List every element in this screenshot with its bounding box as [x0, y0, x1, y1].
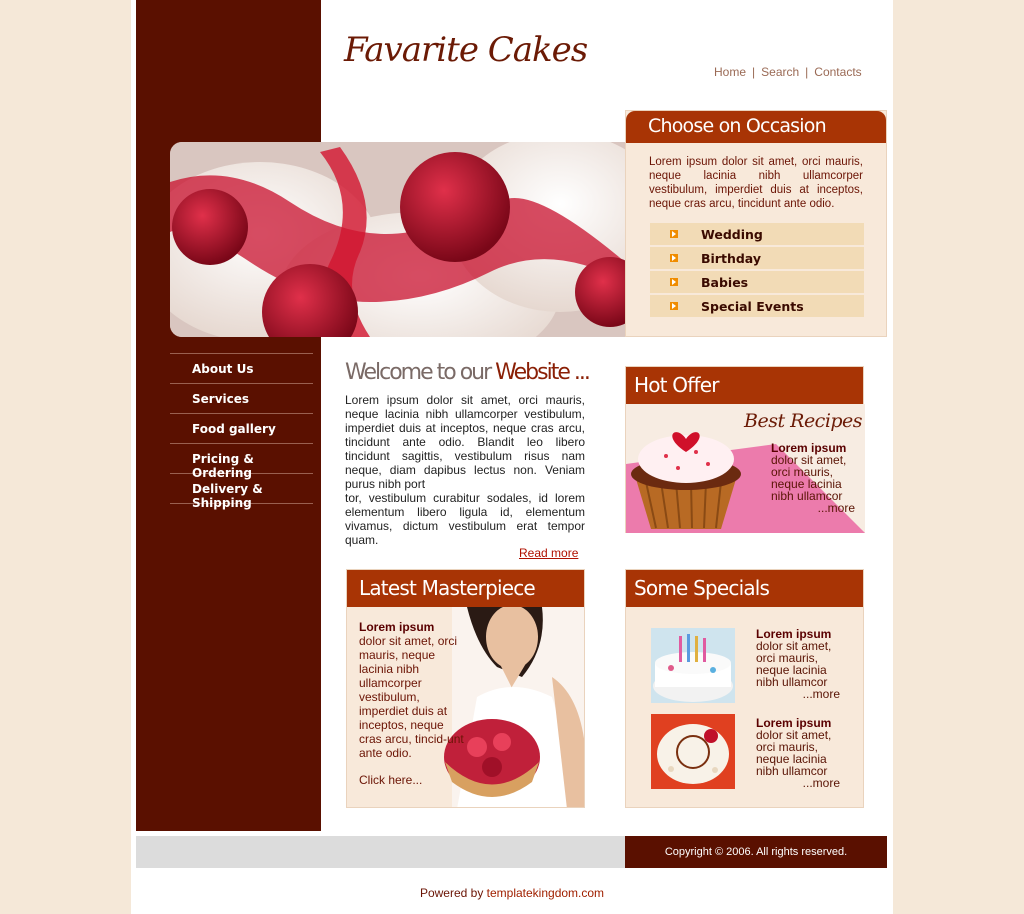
- hot-offer-description: dolor sit amet, orci mauris, neque lacin…: [771, 453, 847, 503]
- occasion-item-birthday[interactable]: Birthday: [650, 247, 864, 269]
- welcome-heading-plain: Welcome to our: [345, 360, 496, 385]
- occasion-item-label: Babies: [701, 274, 749, 290]
- latest-masterpiece-title: Latest Masterpiece: [347, 570, 584, 607]
- nav-separator: |: [752, 65, 756, 79]
- nav-search-link[interactable]: Search: [761, 65, 799, 79]
- latest-description: dolor sit amet, orci mauris, neque lacin…: [359, 634, 464, 760]
- arrow-right-icon: [670, 278, 678, 286]
- hot-offer-title: Hot Offer: [626, 367, 863, 404]
- site-logo[interactable]: Favarite Cakes: [344, 30, 588, 70]
- copyright-text: Copyright © 2006. All rights reserved.: [625, 836, 887, 868]
- click-here-link[interactable]: Click here...: [359, 773, 422, 787]
- occasion-item-babies[interactable]: Babies: [650, 271, 864, 293]
- occasion-title: Choose on Occasion: [626, 111, 886, 143]
- arrow-right-icon: [670, 230, 678, 238]
- latest-text: Lorem ipsum dolor sit amet, orci mauris,…: [359, 620, 469, 760]
- side-navigation: About Us Services Food gallery Pricing &…: [170, 353, 313, 510]
- nav-contacts-link[interactable]: Contacts: [814, 65, 861, 79]
- best-recipes-script: Best Recipes: [744, 410, 863, 432]
- sidebar-item-about-us[interactable]: About Us: [170, 354, 313, 384]
- hot-offer-text: Lorem ipsum dolor sit amet, orci mauris,…: [771, 442, 855, 514]
- occasion-item-label: Wedding: [701, 226, 763, 242]
- cream-cake-image: [651, 714, 735, 789]
- latest-lorem-title: Lorem ipsum: [359, 620, 435, 634]
- special-more-link[interactable]: ...more: [756, 688, 840, 700]
- hero-image: [170, 142, 625, 337]
- powered-by: Powered by templatekingdom.com: [0, 886, 1024, 900]
- birthday-cake-image: [651, 628, 735, 703]
- latest-masterpiece-panel: Latest Masterpiece Lorem ipsum dolor sit…: [346, 569, 585, 808]
- occasion-item-special-events[interactable]: Special Events: [650, 295, 864, 317]
- welcome-heading: Welcome to our Website ...: [345, 360, 591, 385]
- occasion-panel: Choose on Occasion Lorem ipsum dolor sit…: [625, 110, 887, 337]
- special-description: dolor sit amet, orci mauris, neque lacin…: [756, 639, 832, 689]
- sidebar-item-pricing-ordering[interactable]: Pricing & Ordering: [170, 444, 313, 480]
- powered-by-link[interactable]: templatekingdom.com: [487, 886, 604, 900]
- top-navigation: Home | Search | Contacts: [714, 65, 862, 79]
- occasion-description: Lorem ipsum dolor sit amet, orci mauris,…: [649, 156, 863, 210]
- powered-by-prefix: Powered by: [419, 886, 487, 900]
- nav-home-link[interactable]: Home: [714, 65, 746, 79]
- birthday-cake-illustration: [651, 628, 735, 703]
- occasion-item-wedding[interactable]: Wedding: [650, 223, 864, 245]
- special-item-text: Lorem ipsum dolor sit amet, orci mauris,…: [756, 717, 840, 789]
- special-more-link[interactable]: ...more: [756, 777, 840, 789]
- special-item-text: Lorem ipsum dolor sit amet, orci mauris,…: [756, 628, 840, 700]
- read-more-link[interactable]: Read more: [519, 546, 578, 560]
- cream-cake-illustration: [651, 714, 735, 789]
- sidebar-item-food-gallery[interactable]: Food gallery: [170, 414, 313, 444]
- raspberry-dessert-illustration: [170, 142, 625, 337]
- welcome-paragraph: Lorem ipsum dolor sit amet, orci mauris,…: [345, 393, 585, 491]
- welcome-paragraph: tor, vestibulum curabitur sodales, id lo…: [345, 491, 585, 547]
- welcome-body: Lorem ipsum dolor sit amet, orci mauris,…: [345, 393, 585, 547]
- occasion-list: Wedding Birthday Babies Special Events: [650, 223, 864, 319]
- welcome-heading-accent: Website ...: [495, 360, 591, 385]
- arrow-right-icon: [670, 254, 678, 262]
- footer-bar: [136, 836, 625, 868]
- nav-separator: |: [805, 65, 809, 79]
- occasion-item-label: Birthday: [701, 250, 761, 266]
- specials-panel: Some Specials Lorem ipsum dolor sit amet…: [625, 569, 864, 808]
- specials-title: Some Specials: [626, 570, 863, 607]
- occasion-item-label: Special Events: [701, 298, 804, 314]
- arrow-right-icon: [670, 302, 678, 310]
- special-description: dolor sit amet, orci mauris, neque lacin…: [756, 728, 832, 778]
- hot-offer-more-link[interactable]: ...more: [771, 502, 855, 514]
- sidebar-item-services[interactable]: Services: [170, 384, 313, 414]
